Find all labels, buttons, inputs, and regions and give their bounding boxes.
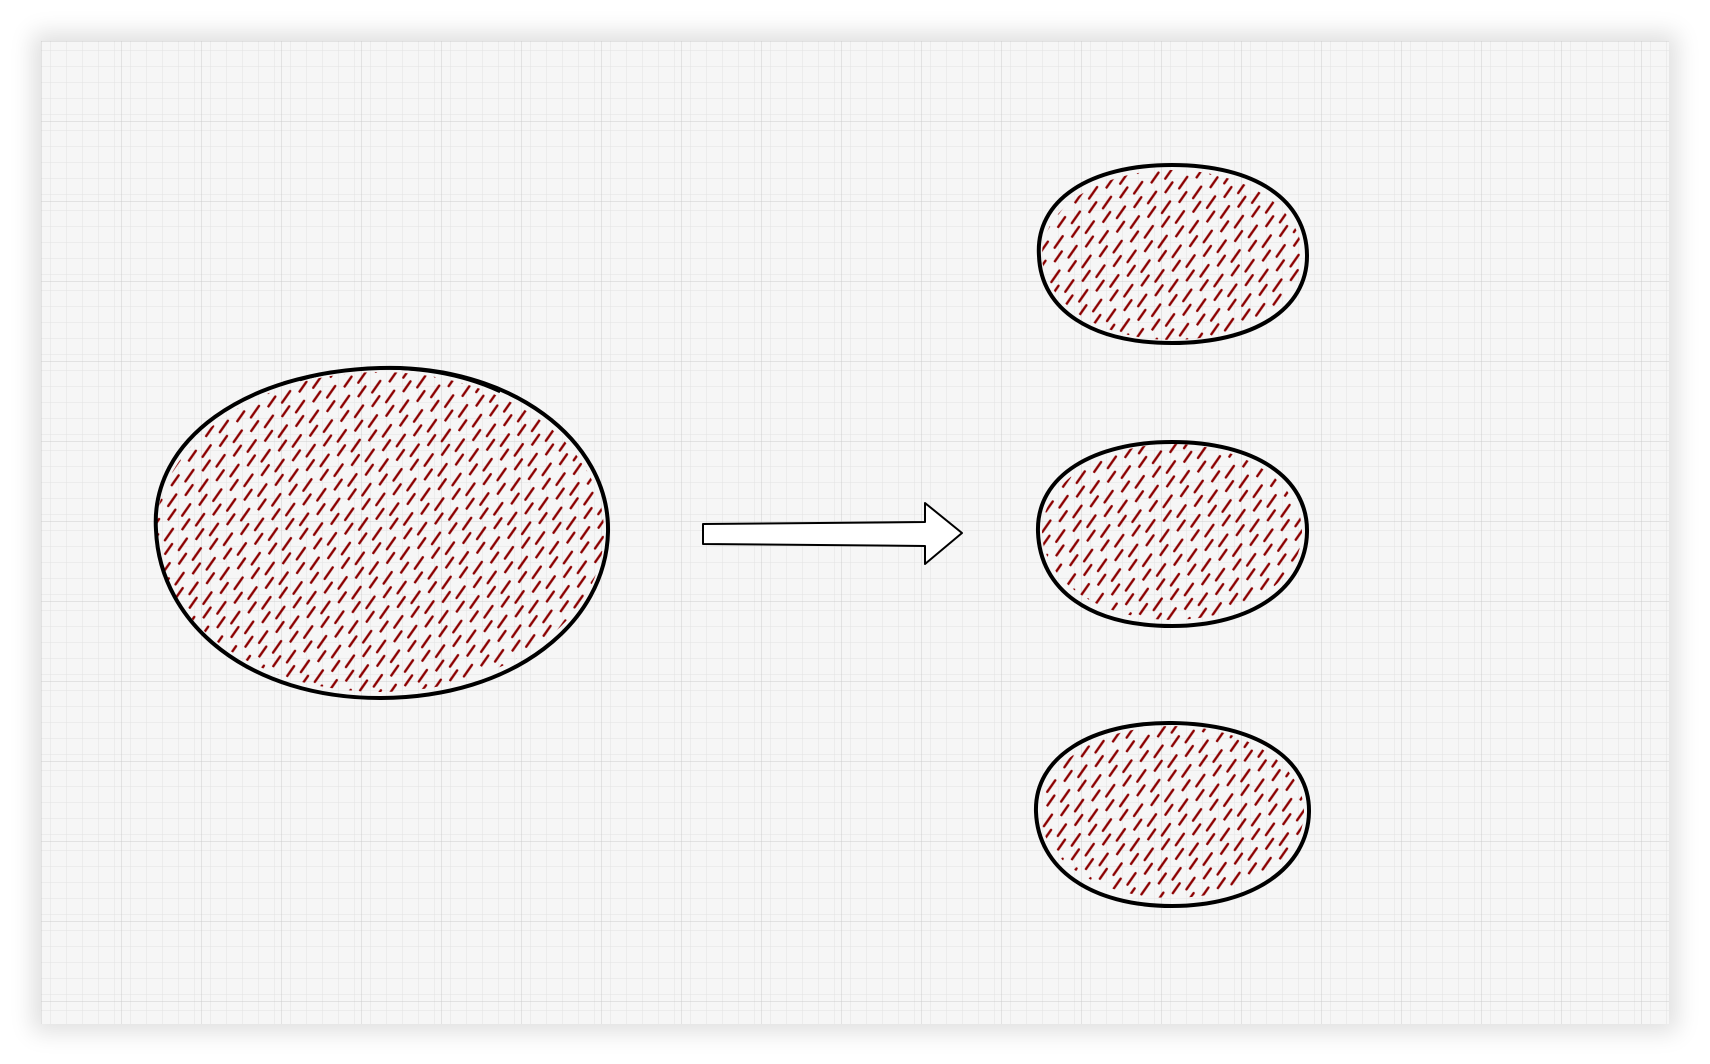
target-ellipse-bottom-fill xyxy=(1040,726,1304,898)
target-ellipse-top-fill xyxy=(1042,170,1302,340)
target-ellipse-middle-fill xyxy=(1042,444,1302,620)
diagram-svg xyxy=(41,41,1669,1024)
source-ellipse-fill xyxy=(156,372,604,692)
